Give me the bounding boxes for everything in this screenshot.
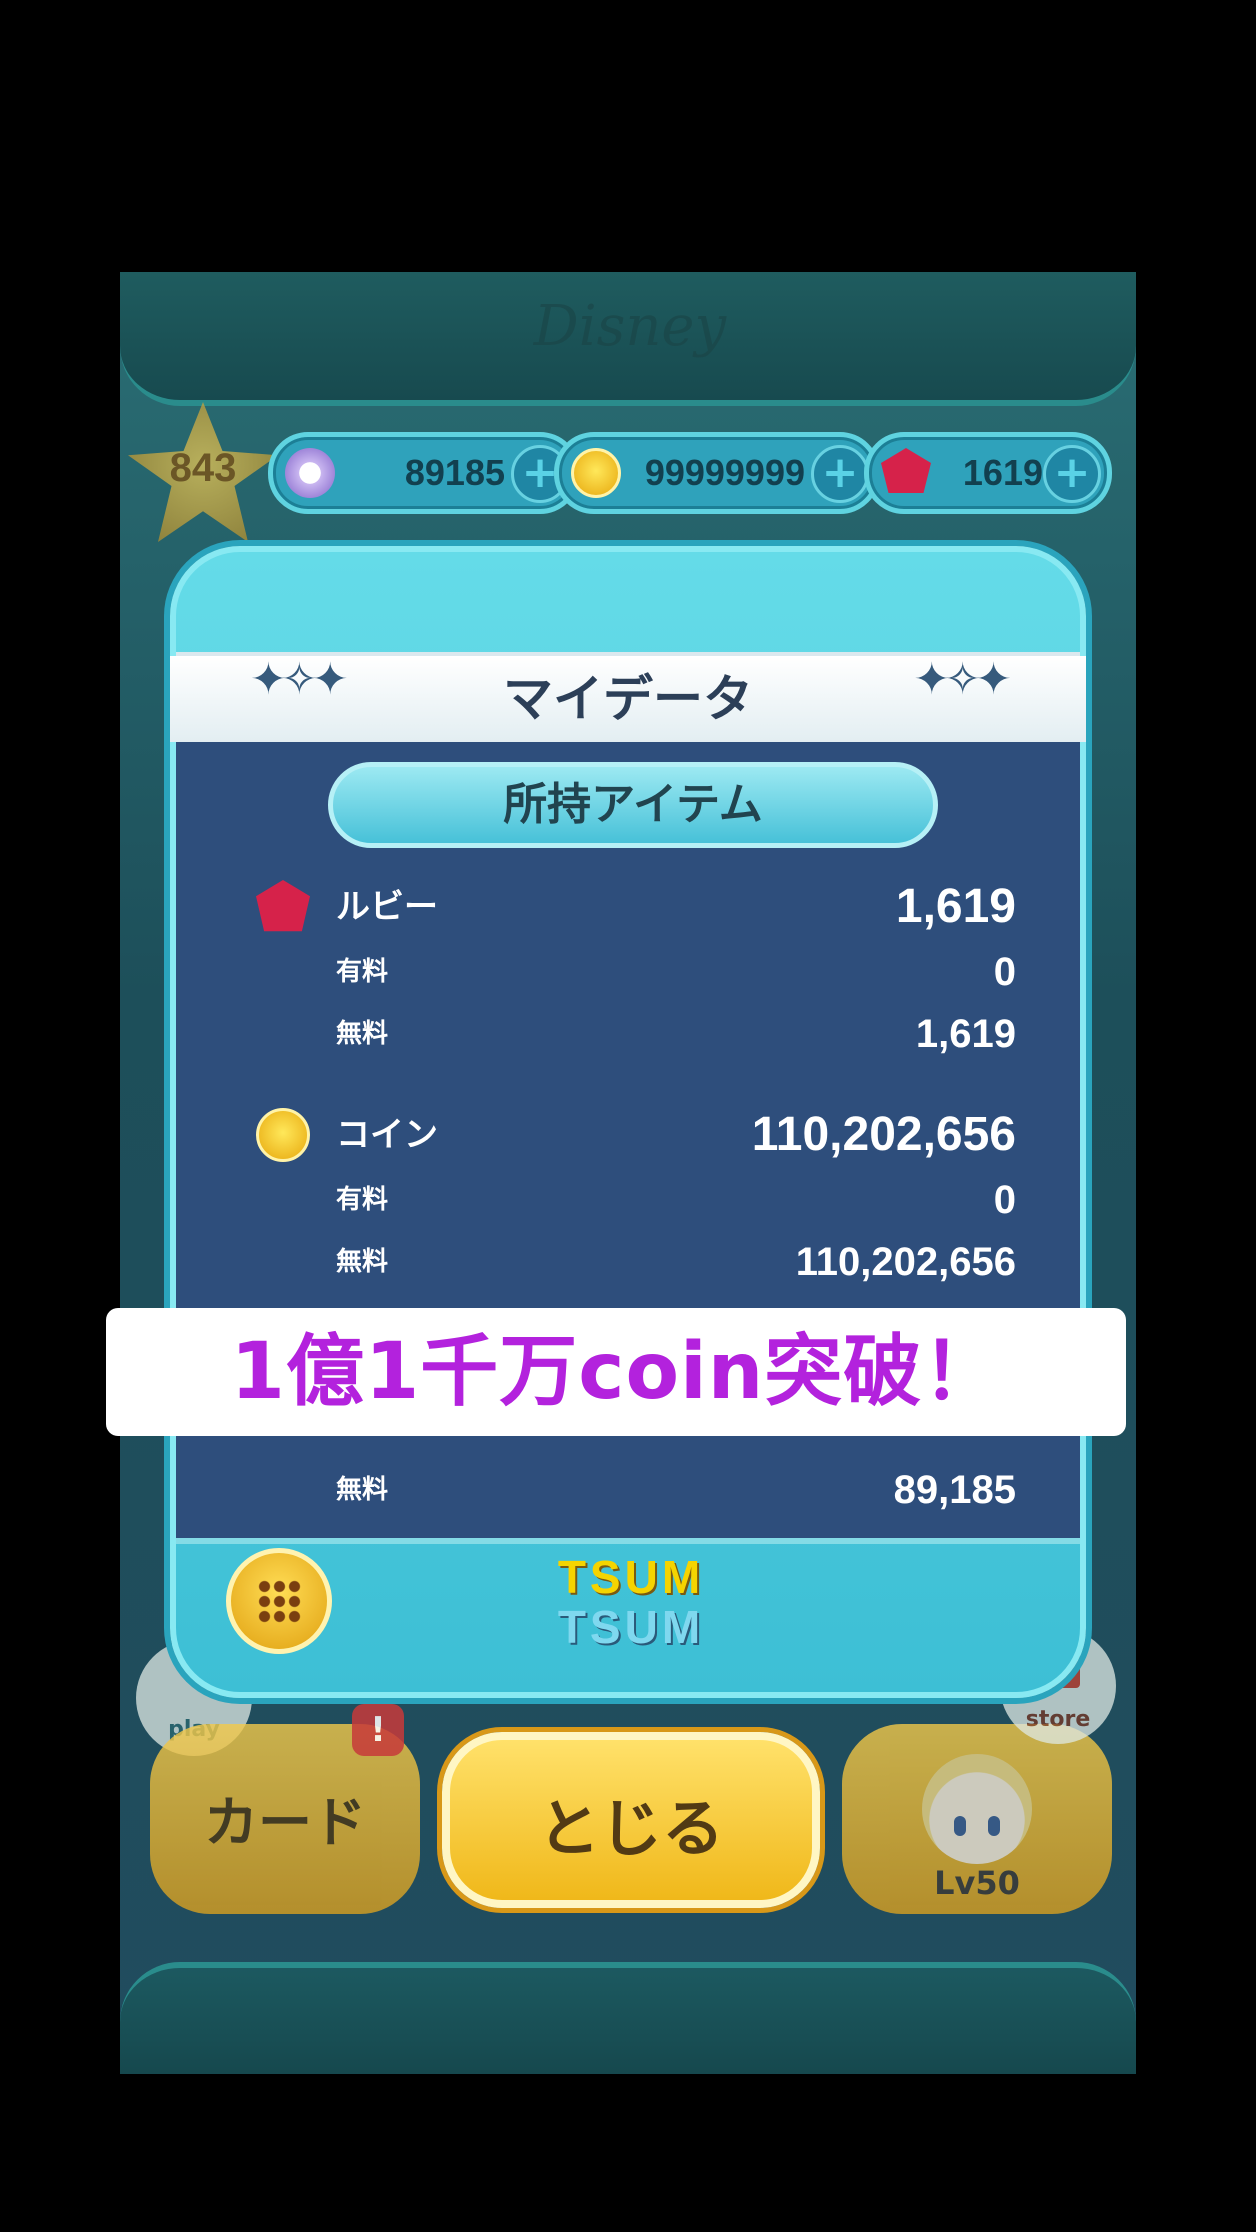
close-button-label: とじる [537,1792,724,1865]
ruby-icon [256,880,310,932]
hearts-free-row: 無料 89,185 [336,1462,1016,1518]
rubies-counter: 1619 + [864,432,1112,514]
bottom-frame [120,1962,1136,2074]
my-tsum-button[interactable]: Lv50 [842,1724,1112,1914]
tsum-tsum-logo: TSUM TSUM [506,1552,756,1662]
tsum-level: Lv50 [934,1864,1020,1902]
coin-paid-label: 有料 [336,1185,389,1215]
grid-icon [257,1579,301,1623]
title-band: ✦✧✦ マイデータ ✦✧✦ [170,656,1086,742]
snowflake-badge-icon [285,448,335,498]
hearts-free-label: 無料 [336,1475,389,1505]
add-coins-button[interactable]: + [811,445,869,503]
store-badge-label: store [1025,1707,1091,1732]
ruby-row: ルビー 1,619 [256,872,1016,942]
ruby-icon [881,448,931,493]
ruby-free-row: 無料 1,619 [336,1006,1016,1062]
coin-free-row: 無料 110,202,656 [336,1234,1016,1290]
ruby-paid-label: 有料 [336,957,389,987]
overlay-caption: 1億1千万coin突破！ [106,1308,1126,1436]
coin-free-value: 110,202,656 [795,1240,1016,1284]
coin-paid-row: 有料 0 [336,1172,1016,1228]
coin-label: コイン [336,1115,438,1155]
caption-text: 1億1千万coin突破！ [230,1327,1002,1417]
hearts-counter: 89185 + [268,432,580,514]
coins-counter: 99999999 + [554,432,880,514]
ruby-label: ルビー [336,887,438,927]
panel-footer: TSUM TSUM [176,1538,1080,1688]
disney-logo: Disney [533,294,727,359]
rubies-value: 1619 [962,452,1043,493]
ruby-free-value: 1,619 [915,1012,1016,1056]
alert-badge: ! [352,1704,404,1756]
logo-line-2: TSUM [557,1601,705,1653]
menu-grid-button[interactable] [226,1548,332,1654]
top-frame: Disney [120,272,1136,406]
section-header-items: 所持アイテム [328,762,938,848]
player-level: 843 [169,446,237,490]
coin-total: 110,202,656 [751,1108,1016,1161]
tsum-eye-right [988,1816,1000,1836]
card-button-label: カード [204,1791,366,1854]
ruby-free-label: 無料 [336,1019,389,1049]
my-data-panel: ✦✧✦ マイデータ ✦✧✦ 所持アイテム ルビー 1,619 有料 0 無料 1… [170,546,1086,1698]
close-button[interactable]: とじる [442,1732,820,1908]
coin-free-label: 無料 [336,1247,389,1277]
hearts-free-value: 89,185 [893,1468,1016,1512]
coin-icon [256,1108,310,1162]
tsum-eye-left [954,1816,966,1836]
hearts-value: 89185 [404,452,505,493]
coin-row: コイン 110,202,656 [256,1100,1016,1170]
coins-value: 99999999 [644,452,805,493]
sparkle-icon-right: ✦✧✦ [913,654,1012,705]
coin-paid-value: 0 [993,1178,1016,1222]
ruby-paid-value: 0 [993,950,1016,994]
logo-line-1: TSUM [557,1551,705,1603]
ruby-total: 1,619 [895,880,1016,933]
tsum-avatar [922,1754,1032,1864]
ruby-paid-row: 有料 0 [336,944,1016,1000]
coin-icon [571,448,621,498]
add-rubies-button[interactable]: + [1043,445,1101,503]
